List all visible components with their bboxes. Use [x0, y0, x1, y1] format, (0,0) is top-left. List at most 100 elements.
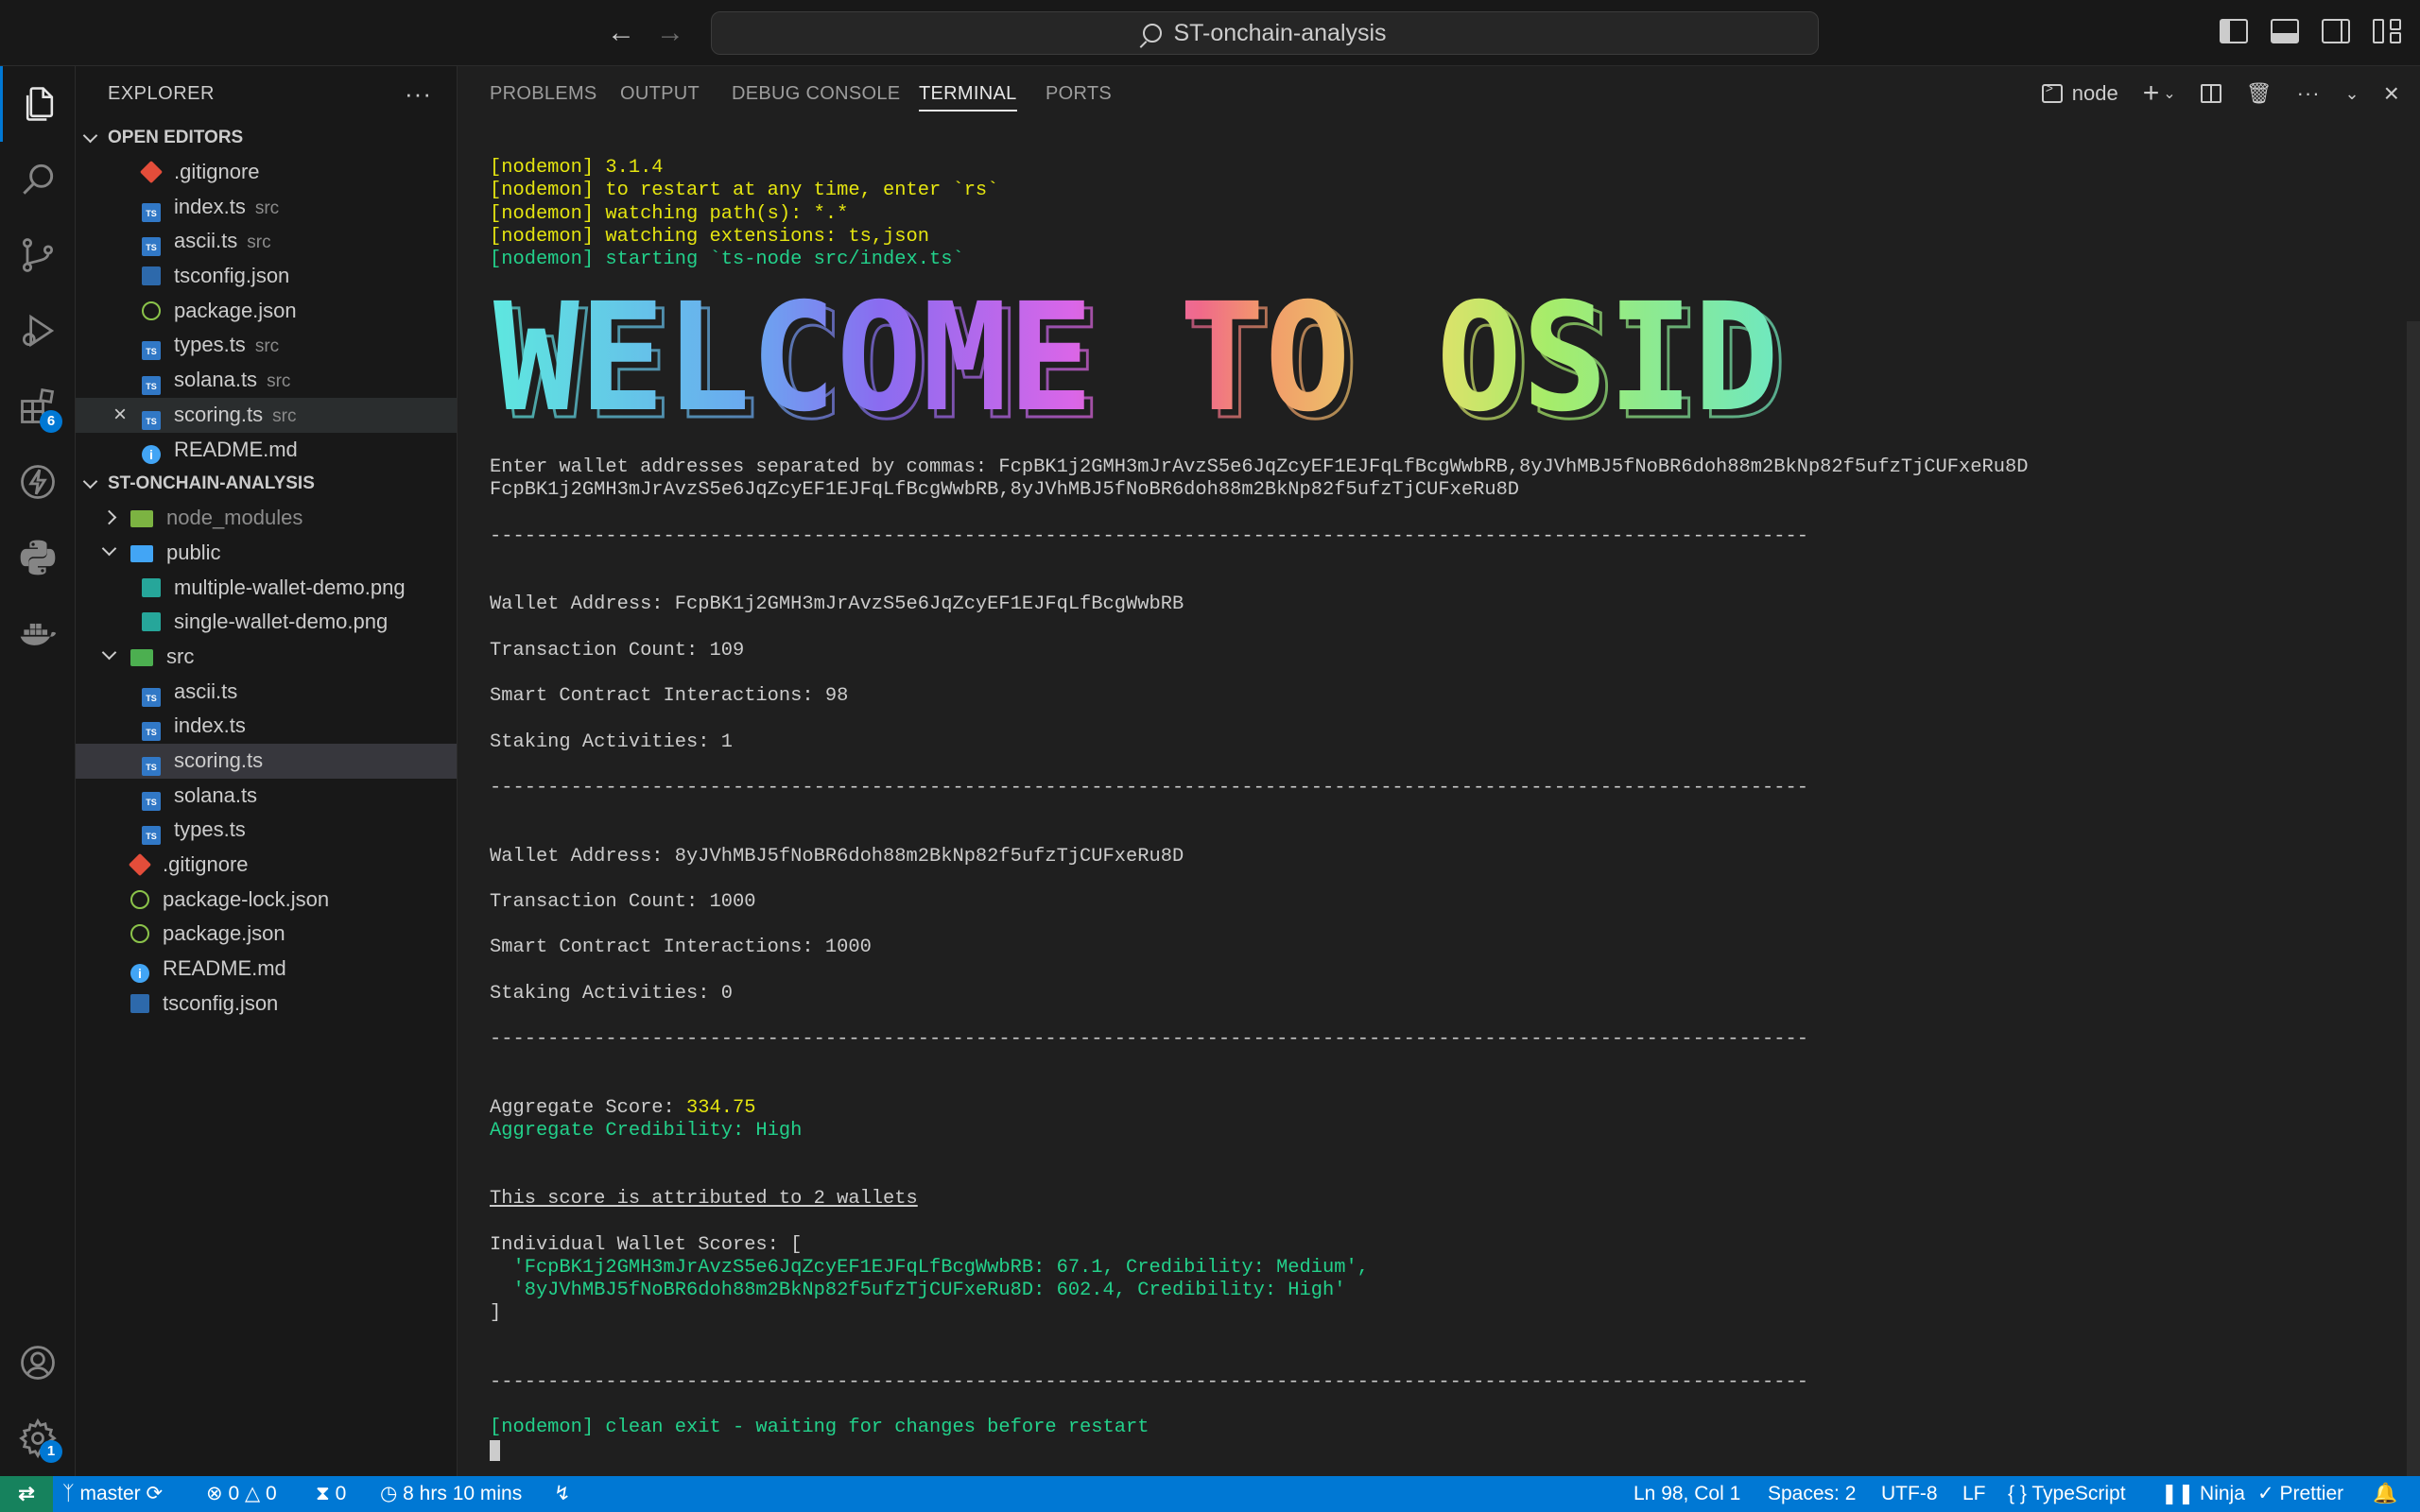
docker-icon[interactable] [0, 595, 76, 671]
open-editor-item[interactable]: TS types.ts src [76, 328, 457, 363]
settings-gear-icon[interactable]: 1 [0, 1400, 76, 1476]
open-editor-item[interactable]: TS ascii.ts src [76, 224, 457, 259]
branch-indicator[interactable]: ᛉ master ⟳ [62, 1476, 163, 1512]
open-editor-item[interactable]: .gitignore [76, 155, 457, 190]
tree-file-selected[interactable]: TS scoring.ts [76, 744, 457, 779]
customize-layout-icon[interactable] [2373, 19, 2401, 43]
ports-indicator[interactable]: ⧗ 0 [316, 1476, 346, 1512]
extensions-icon[interactable]: 6 [0, 369, 76, 444]
language-mode[interactable]: { } TypeScript [2008, 1476, 2126, 1512]
explorer-icon[interactable] [0, 66, 76, 142]
account-icon[interactable] [0, 1325, 76, 1400]
chevron-down-icon[interactable]: ⌄ [2163, 84, 2175, 103]
time-tracker[interactable]: ◷ 8 hrs 10 mins [380, 1476, 522, 1512]
tab-ports[interactable]: PORTS [1046, 66, 1112, 121]
toggle-primary-sidebar-icon[interactable] [2220, 19, 2248, 43]
tab-debug-console[interactable]: DEBUG CONSOLE [732, 66, 900, 121]
terminal-icon [2041, 80, 2063, 103]
remote-indicator-icon[interactable]: ⇄ [0, 1476, 53, 1512]
file-name: scoring.ts [174, 748, 264, 772]
folder-src[interactable]: src [76, 640, 457, 675]
explorer-sidebar: EXPLORER ··· OPEN EDITORS .gitignore TS i… [76, 66, 458, 1476]
open-editor-item[interactable]: TS solana.ts src [76, 363, 457, 398]
typescript-file-icon: TS [142, 410, 161, 430]
tab-output[interactable]: OUTPUT [620, 66, 700, 121]
typescript-file-icon: TS [142, 237, 161, 257]
open-editor-item[interactable]: TS index.ts src [76, 190, 457, 225]
source-control-icon[interactable] [0, 217, 76, 293]
title-bar: ← → ST-onchain-analysis [0, 0, 2420, 66]
arrow-left-icon[interactable]: ← [605, 17, 637, 49]
terminal-output[interactable]: [nodemon] 3.1.4 [nodemon] to restart at a… [490, 134, 2380, 1510]
tree-file[interactable]: .gitignore [76, 848, 457, 883]
prettier-indicator[interactable]: ✓ Prettier [2257, 1476, 2343, 1512]
tree-file[interactable]: single-wallet-demo.png [76, 605, 457, 640]
tree-file[interactable]: i README.md [76, 952, 457, 987]
terminal-line: Transaction Count: 1000 [490, 890, 756, 913]
file-name: single-wallet-demo.png [174, 610, 389, 634]
typescript-file-icon: TS [142, 757, 161, 776]
bell-icon[interactable]: 🔔 [2373, 1476, 2397, 1512]
ports-count: 0 [335, 1483, 347, 1504]
close-panel-icon[interactable]: × [2384, 78, 2399, 109]
ninja-indicator[interactable]: ❚❚ Ninja [2161, 1476, 2245, 1512]
lightning-icon[interactable] [0, 444, 76, 520]
tree-file[interactable]: TS types.ts [76, 813, 457, 848]
open-editor-item[interactable]: i README.md [76, 433, 457, 468]
cursor-position[interactable]: Ln 98, Col 1 [1634, 1476, 1740, 1512]
tree-file[interactable]: TS ascii.ts [76, 675, 457, 710]
divider-line: ----------------------------------------… [490, 1028, 1808, 1051]
ninja-label: Ninja [2200, 1483, 2245, 1504]
language-name: TypeScript [2031, 1483, 2126, 1504]
typescript-file-icon: TS [142, 687, 161, 707]
terminal-line: Staking Activities: 0 [490, 982, 733, 1005]
tab-problems[interactable]: PROBLEMS [490, 66, 597, 121]
open-editor-item[interactable]: tsconfig.json [76, 259, 457, 294]
lightning-status-icon[interactable]: ↯ [554, 1476, 571, 1512]
sync-icon[interactable]: ⟳ [146, 1483, 163, 1504]
toggle-panel-icon[interactable] [2271, 19, 2299, 43]
maximize-panel-icon[interactable]: ⌄ [2345, 84, 2360, 104]
split-terminal-icon[interactable] [2200, 84, 2221, 103]
open-editor-item[interactable]: package.json [76, 294, 457, 329]
tree-file[interactable]: multiple-wallet-demo.png [76, 571, 457, 606]
info-file-icon: i [142, 444, 161, 464]
project-section[interactable]: ST-ONCHAIN-ANALYSIS [76, 467, 457, 501]
run-debug-icon[interactable] [0, 293, 76, 369]
project-label: ST-ONCHAIN-ANALYSIS [108, 473, 315, 494]
folder-public[interactable]: public [76, 536, 457, 571]
more-actions-icon[interactable]: ··· [405, 66, 432, 121]
file-name: types.ts [174, 333, 246, 357]
arrow-right-icon[interactable]: → [654, 17, 686, 49]
tree-file[interactable]: package-lock.json [76, 883, 457, 918]
tab-terminal[interactable]: TERMINAL [919, 66, 1017, 121]
welcome-banner: WELCOME TO OSID WELCOME TO OSID [490, 296, 1813, 432]
braces-icon: { } [2008, 1483, 2027, 1504]
trash-icon[interactable]: 🗑 [2246, 81, 2273, 106]
warning-count: 0 [265, 1483, 277, 1504]
terminal-selector[interactable]: node [2041, 80, 2118, 106]
terminal-scrollbar[interactable] [2407, 321, 2420, 1476]
encoding[interactable]: UTF-8 [1881, 1476, 1938, 1512]
python-icon[interactable] [0, 520, 76, 595]
tree-file[interactable]: tsconfig.json [76, 987, 457, 1022]
chevron-down-icon [101, 541, 117, 557]
new-terminal-icon[interactable]: + [2143, 77, 2160, 110]
toggle-secondary-sidebar-icon[interactable] [2322, 19, 2350, 43]
folder-node-modules[interactable]: node_modules [76, 501, 457, 536]
tree-file[interactable]: package.json [76, 917, 457, 952]
panel-tabs: PROBLEMS OUTPUT DEBUG CONSOLE TERMINAL P… [458, 66, 2420, 121]
open-editors-section[interactable]: OPEN EDITORS [76, 121, 457, 155]
tree-file[interactable]: TS index.ts [76, 709, 457, 744]
problems-indicator[interactable]: ⊗ 0 △ 0 [206, 1476, 277, 1512]
search-icon[interactable] [0, 142, 76, 217]
tree-file[interactable]: TS solana.ts [76, 779, 457, 814]
command-center-search[interactable]: ST-onchain-analysis [711, 11, 1819, 55]
close-icon[interactable]: × [113, 398, 127, 433]
chevron-down-icon [82, 473, 98, 490]
indentation[interactable]: Spaces: 2 [1768, 1476, 1856, 1512]
folder-name: src [166, 644, 195, 668]
more-actions-icon[interactable]: ··· [2297, 81, 2321, 106]
line-ending[interactable]: LF [1962, 1476, 1986, 1512]
open-editor-item-active[interactable]: × TS scoring.ts src [76, 397, 457, 433]
